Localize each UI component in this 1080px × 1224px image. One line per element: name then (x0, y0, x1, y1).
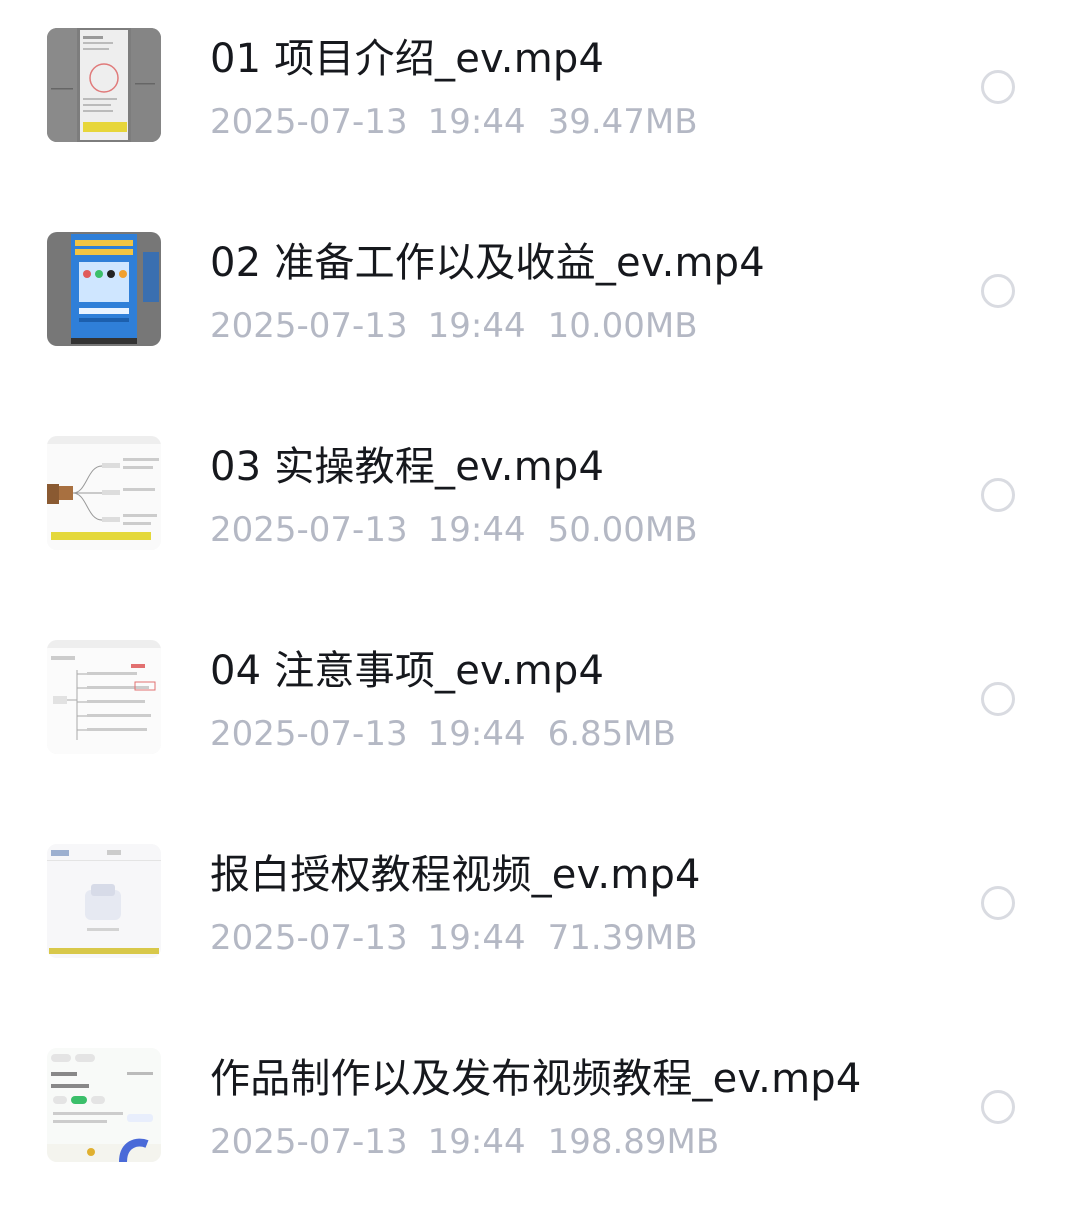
file-size: 198.89MB (547, 1122, 720, 1162)
file-row[interactable]: 04 注意事项_ev.mp4 2025-07-13 19:44 6.85MB (0, 612, 1080, 816)
select-radio[interactable] (981, 886, 1015, 920)
file-name: 作品制作以及发布视频教程_ev.mp4 (210, 1056, 862, 1102)
file-name: 04 注意事项_ev.mp4 (210, 648, 605, 694)
file-date: 2025-07-13 (210, 510, 408, 550)
file-time: 19:44 (427, 1122, 526, 1162)
file-list: 01 项目介绍_ev.mp4 2025-07-13 19:44 39.47MB (0, 0, 1080, 1219)
file-time: 19:44 (427, 306, 526, 346)
file-size: 39.47MB (547, 102, 698, 142)
file-name: 02 准备工作以及收益_ev.mp4 (210, 240, 765, 286)
file-date: 2025-07-13 (210, 918, 408, 958)
video-thumbnail[interactable] (47, 28, 161, 142)
file-time: 19:44 (427, 510, 526, 550)
file-size: 71.39MB (547, 918, 698, 958)
file-meta: 2025-07-13 19:44 6.85MB (210, 712, 676, 756)
file-meta: 2025-07-13 19:44 39.47MB (210, 100, 698, 144)
file-meta: 2025-07-13 19:44 10.00MB (210, 304, 698, 348)
file-size: 6.85MB (547, 714, 676, 754)
file-date: 2025-07-13 (210, 102, 408, 142)
file-meta: 2025-07-13 19:44 50.00MB (210, 508, 698, 552)
select-radio[interactable] (981, 682, 1015, 716)
file-row[interactable]: 03 实操教程_ev.mp4 2025-07-13 19:44 50.00MB (0, 408, 1080, 612)
file-time: 19:44 (427, 102, 526, 142)
file-name: 报白授权教程视频_ev.mp4 (210, 852, 701, 898)
video-thumbnail[interactable] (47, 1048, 161, 1162)
file-date: 2025-07-13 (210, 714, 408, 754)
file-date: 2025-07-13 (210, 306, 408, 346)
file-row[interactable]: 报白授权教程视频_ev.mp4 2025-07-13 19:44 71.39MB (0, 816, 1080, 1020)
select-radio[interactable] (981, 478, 1015, 512)
select-radio[interactable] (981, 274, 1015, 308)
file-meta: 2025-07-13 19:44 198.89MB (210, 1120, 719, 1164)
video-thumbnail[interactable] (47, 436, 161, 550)
file-name: 01 项目介绍_ev.mp4 (210, 36, 605, 82)
file-time: 19:44 (427, 714, 526, 754)
select-radio[interactable] (981, 1090, 1015, 1124)
select-radio[interactable] (981, 70, 1015, 104)
file-size: 10.00MB (547, 306, 698, 346)
video-thumbnail[interactable] (47, 232, 161, 346)
file-meta: 2025-07-13 19:44 71.39MB (210, 916, 698, 960)
file-size: 50.00MB (547, 510, 698, 550)
video-thumbnail[interactable] (47, 640, 161, 754)
file-row[interactable]: 02 准备工作以及收益_ev.mp4 2025-07-13 19:44 10.00M… (0, 204, 1080, 408)
file-row[interactable]: 01 项目介绍_ev.mp4 2025-07-13 19:44 39.47MB (0, 0, 1080, 204)
file-name: 03 实操教程_ev.mp4 (210, 444, 605, 490)
video-thumbnail[interactable] (47, 844, 161, 958)
file-date: 2025-07-13 (210, 1122, 408, 1162)
file-time: 19:44 (427, 918, 526, 958)
file-row[interactable]: 作品制作以及发布视频教程_ev.mp4 2025-07-13 19:44 198.8… (0, 1020, 1080, 1224)
